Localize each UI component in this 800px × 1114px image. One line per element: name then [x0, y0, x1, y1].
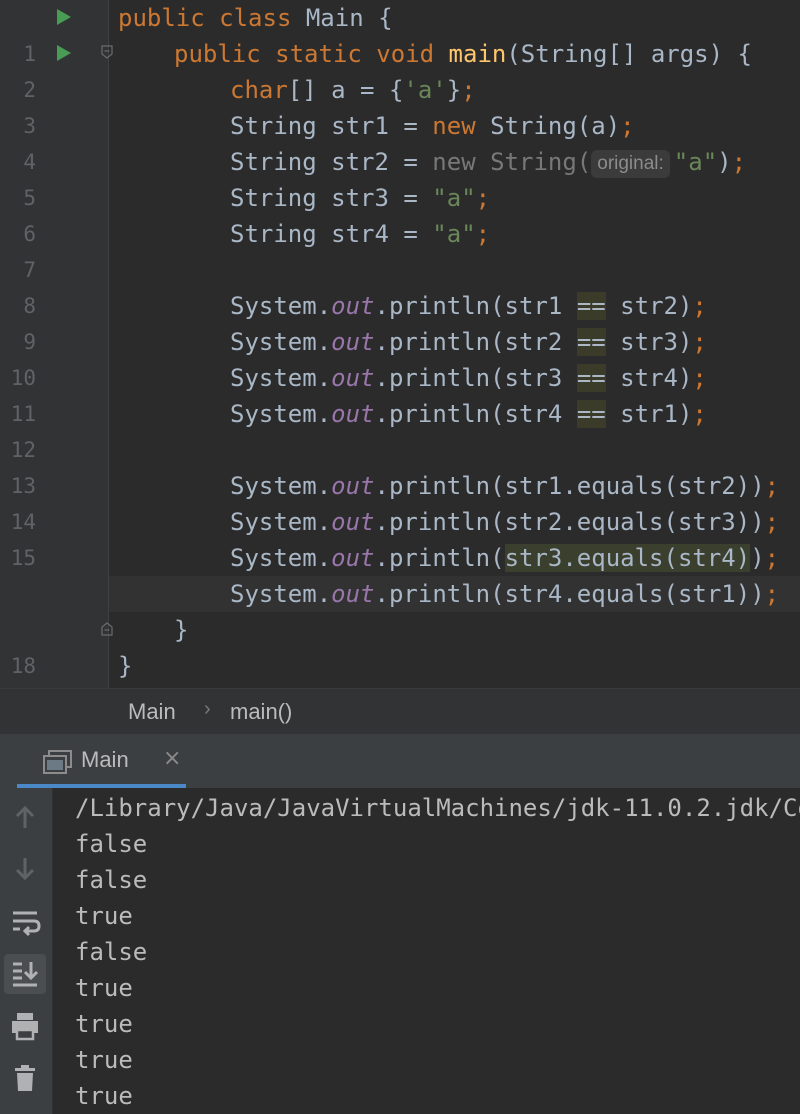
code-text: System.out.println(str1 == str2);: [230, 292, 707, 320]
code-line[interactable]: 2 public static void main(String[] args)…: [0, 36, 800, 102]
code-text: String str2 = new String(original: "a");: [230, 148, 747, 178]
code-text: System.out.println(str1.equals(str2));: [230, 472, 780, 500]
soft-wrap-icon[interactable]: [4, 902, 46, 942]
fold-end-icon[interactable]: [101, 622, 113, 636]
arrow-up-icon[interactable]: [4, 798, 46, 838]
code-line[interactable]: 8: [0, 252, 800, 318]
breadcrumb-method[interactable]: main(): [230, 699, 292, 725]
code-line[interactable]: 5 String str2 = new String(original: "a")…: [0, 144, 800, 210]
code-text: System.out.println(str3.equals(str4));: [230, 544, 780, 572]
code-text: System.out.println(str4 == str1);: [230, 400, 707, 428]
code-text: System.out.println(str3 == str4);: [230, 364, 707, 392]
run-toolbar: [0, 788, 53, 1114]
parameter-hint: original:: [591, 150, 670, 178]
code-line[interactable]: 9 System.out.println(str1 == str2);: [0, 288, 800, 354]
code-line[interactable]: 14 System.out.println(str1.equals(str2))…: [0, 468, 800, 534]
console-line: true: [75, 1082, 133, 1110]
code-line[interactable]: 12 System.out.println(str4 == str1);: [0, 396, 800, 462]
code-line[interactable]: 10 System.out.println(str2 == str3);: [0, 324, 800, 390]
run-tool-window-header: Main ×: [0, 734, 800, 789]
code-line[interactable]: 11 System.out.println(str3 == str4);: [0, 360, 800, 426]
run-gutter-icon[interactable]: [57, 9, 71, 25]
code-text: char[] a = {'a'};: [230, 76, 476, 104]
code-text: System.out.println(str2 == str3);: [230, 328, 707, 356]
run-tab-label: Main: [81, 747, 129, 772]
console-line: true: [75, 1010, 133, 1038]
code-text: }: [118, 652, 133, 680]
scroll-to-end-icon[interactable]: [4, 954, 46, 994]
code-text: public static void main(String[] args) {: [174, 40, 752, 68]
close-tab-icon[interactable]: ×: [163, 746, 181, 771]
breadcrumb-class[interactable]: Main: [128, 699, 176, 725]
console-line: false: [75, 830, 148, 858]
code-line[interactable]: 16 System.out.println(str3.equals(str4))…: [0, 540, 800, 606]
console-line: true: [75, 902, 133, 930]
console-line: false: [75, 866, 148, 894]
code-text: }: [174, 616, 189, 644]
console-line: true: [75, 1046, 133, 1074]
code-line[interactable]: 15 System.out.println(str2.equals(str3))…: [0, 504, 800, 570]
code-text: String str1 = new String(a);: [230, 112, 635, 140]
code-line[interactable]: 19 }: [0, 648, 800, 714]
code-line[interactable]: 7 String str4 = "a";: [0, 216, 800, 282]
fold-icon[interactable]: [101, 45, 113, 59]
breadcrumb: Main › main(): [0, 688, 800, 735]
run-tab-main[interactable]: Main ×: [17, 734, 186, 788]
trash-icon[interactable]: [4, 1058, 46, 1098]
console-icon: [43, 750, 72, 774]
console-line: false: [75, 938, 148, 966]
code-text: System.out.println(str2.equals(str3));: [230, 508, 780, 536]
print-icon[interactable]: [4, 1006, 46, 1046]
breadcrumb-separator: ›: [204, 698, 211, 720]
code-line-current[interactable]: 17 System.out.println(str4.equals(str1))…: [0, 576, 800, 714]
code-line[interactable]: 1 public class Main {: [0, 0, 800, 66]
code-text: String str3 = "a";: [230, 184, 491, 212]
console-line: true: [75, 974, 133, 1002]
code-line[interactable]: 4 String str1 = new String(a);: [0, 108, 800, 174]
code-text: String str4 = "a";: [230, 220, 491, 248]
code-text: public class Main {: [118, 4, 393, 32]
arrow-down-icon[interactable]: [4, 850, 46, 890]
code-line[interactable]: 6 String str3 = "a";: [0, 180, 800, 246]
run-gutter-icon[interactable]: [57, 45, 71, 61]
console-line: /Library/Java/JavaVirtualMachines/jdk-11…: [75, 794, 800, 822]
code-line[interactable]: 3 char[] a = {'a'};: [0, 72, 800, 138]
code-line[interactable]: 18 }: [0, 612, 800, 678]
code-editor[interactable]: 1 public class Main { 2 public static vo…: [0, 0, 800, 714]
code-line[interactable]: 13: [0, 432, 800, 498]
code-text: System.out.println(str4.equals(str1));: [230, 580, 780, 608]
console-output[interactable]: /Library/Java/JavaVirtualMachines/jdk-11…: [53, 788, 800, 1114]
